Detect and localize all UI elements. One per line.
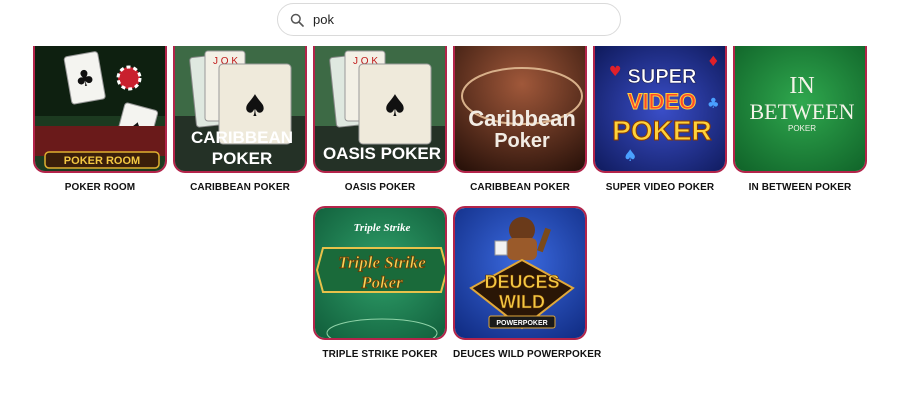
game-thumbnail[interactable]: ♥ ♦ ♣ ♠ SUPER VIDEO POKER xyxy=(593,46,727,173)
art-text: OASIS POKER xyxy=(323,144,441,163)
game-title[interactable]: SUPER VIDEO POKER xyxy=(593,182,727,193)
art-text: POKER ROOM xyxy=(64,155,140,167)
game-thumbnail[interactable]: Caribbean Poker xyxy=(453,46,587,173)
game-tile[interactable]: ♣ ♠ POKER ROOM POKER ROOM xyxy=(33,46,167,193)
art-text: Caribbean xyxy=(468,106,576,131)
search-bar[interactable] xyxy=(277,3,621,36)
game-thumbnail[interactable]: IN BETWEEN POKER xyxy=(733,46,867,173)
game-thumbnail[interactable]: J Q K ♠ CARIBBEAN POKER xyxy=(173,46,307,173)
game-title[interactable]: CARIBBEAN POKER xyxy=(453,182,587,193)
art-text: POKER xyxy=(612,115,712,146)
game-title[interactable]: POKER ROOM xyxy=(33,182,167,193)
art-text: Triple Strike xyxy=(354,222,411,234)
art-text: POKER xyxy=(788,124,816,133)
game-thumbnail[interactable]: DEUCES WILD POWERPOKER xyxy=(453,206,587,340)
svg-text:♠: ♠ xyxy=(623,146,637,165)
art-text: POKER xyxy=(212,149,272,168)
game-tile[interactable]: IN BETWEEN POKER IN BETWEEN POKER xyxy=(733,46,867,193)
game-title[interactable]: DEUCES WILD POWERPOKER xyxy=(453,349,601,360)
search-input[interactable] xyxy=(311,11,595,28)
art-text: Poker xyxy=(360,273,403,292)
game-thumbnail[interactable]: J Q K ♠ OASIS POKER xyxy=(313,46,447,173)
game-tile[interactable]: Caribbean Poker CARIBBEAN POKER xyxy=(453,46,587,193)
game-thumbnail[interactable]: ♣ ♠ POKER ROOM xyxy=(33,46,167,173)
svg-text:♠: ♠ xyxy=(242,89,269,124)
svg-text:♣: ♣ xyxy=(707,96,720,112)
game-tile[interactable]: J Q K ♠ OASIS POKER OASIS POKER xyxy=(313,46,447,193)
art-text: IN xyxy=(789,73,814,99)
game-title[interactable]: IN BETWEEN POKER xyxy=(733,182,867,193)
game-title[interactable]: CARIBBEAN POKER xyxy=(173,182,307,193)
game-title[interactable]: OASIS POKER xyxy=(313,182,447,193)
art-text: CARIBBEAN xyxy=(191,128,293,147)
game-tile[interactable]: DEUCES WILD POWERPOKER DEUCES WILD POWER… xyxy=(453,206,601,360)
game-tile[interactable]: Triple Strike Triple Strike Poker TRIPLE… xyxy=(313,206,447,360)
art-text: VIDEO xyxy=(628,89,696,114)
svg-text:♠: ♠ xyxy=(382,89,409,124)
game-tile[interactable]: J Q K ♠ CARIBBEAN POKER CARIBBEAN POKER xyxy=(173,46,307,193)
art-text: DEUCES xyxy=(484,272,559,292)
game-tile[interactable]: ♥ ♦ ♣ ♠ SUPER VIDEO POKER SUPER VIDEO PO… xyxy=(593,46,727,193)
game-title[interactable]: TRIPLE STRIKE POKER xyxy=(313,349,447,360)
art-text: BETWEEN xyxy=(749,99,854,124)
art-text: Triple Strike xyxy=(338,253,426,272)
game-thumbnail[interactable]: Triple Strike Triple Strike Poker xyxy=(313,206,447,340)
svg-text:♦: ♦ xyxy=(707,54,720,70)
search-icon xyxy=(289,12,305,28)
art-text: POWERPOKER xyxy=(496,320,547,327)
art-text: WILD xyxy=(499,292,545,312)
art-text: SUPER xyxy=(628,66,697,88)
art-text: Poker xyxy=(494,130,550,152)
svg-text:♥: ♥ xyxy=(609,64,622,80)
